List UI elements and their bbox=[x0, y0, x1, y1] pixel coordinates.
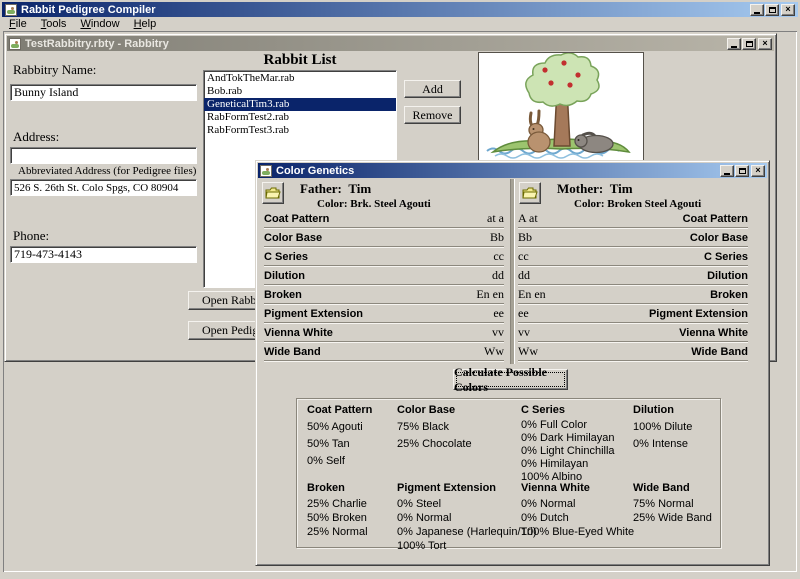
calculate-possible-colors-button[interactable]: Calculate Possible Colors bbox=[453, 369, 568, 390]
phone-label: Phone: bbox=[13, 228, 49, 244]
open-mother-file-button[interactable] bbox=[519, 182, 541, 204]
close-icon[interactable]: × bbox=[751, 165, 765, 177]
list-item[interactable]: AndTokTheMar.rab bbox=[204, 72, 396, 85]
phone-input[interactable] bbox=[10, 246, 197, 263]
maximize-icon[interactable] bbox=[765, 4, 779, 16]
result-group-header: C Series bbox=[521, 404, 631, 417]
document-icon bbox=[9, 38, 21, 50]
open-father-file-button[interactable] bbox=[262, 182, 284, 204]
result-group-header: Vienna White bbox=[521, 482, 631, 495]
mother-color-label: Color: bbox=[574, 198, 605, 210]
menu-bar: File Tools Window Help bbox=[2, 17, 798, 31]
gene-row: BbColor Base bbox=[518, 229, 748, 247]
result-group-header: Color Base bbox=[397, 404, 519, 417]
rabbitry-window-title: TestRabbitry.rbty - Rabbitry bbox=[25, 38, 727, 50]
rabbitry-name-input[interactable] bbox=[10, 84, 197, 101]
gene-row: A atCoat Pattern bbox=[518, 210, 748, 228]
list-item[interactable]: RabFormTest3.rab bbox=[204, 124, 396, 137]
gene-row: WwWide Band bbox=[518, 343, 748, 361]
results-column: Dilution 100% Dilute 0% Intense Wide Ban… bbox=[633, 404, 719, 525]
gene-row: Vienna Whitevv bbox=[264, 324, 504, 342]
menu-item-tools[interactable]: Tools bbox=[34, 18, 74, 30]
abbrev-address-input[interactable] bbox=[10, 179, 197, 196]
mother-role-label: Mother: bbox=[557, 181, 603, 196]
mother-gene-table: A atCoat Pattern BbColor Base ccC Series… bbox=[518, 210, 748, 362]
rabbit-illustration bbox=[478, 52, 644, 162]
father-header: Father: Tim Color: Brk. Steel Agouti bbox=[300, 181, 431, 210]
app-icon bbox=[5, 4, 17, 16]
father-color-label: Color: bbox=[317, 198, 348, 210]
close-icon[interactable]: × bbox=[758, 38, 772, 50]
remove-button[interactable]: Remove bbox=[404, 106, 461, 124]
gene-row: Color BaseBb bbox=[264, 229, 504, 247]
rabbit-list-title: Rabbit List bbox=[203, 52, 397, 69]
main-window-title: Rabbit Pedigree Compiler bbox=[21, 4, 750, 16]
gene-row: En enBroken bbox=[518, 286, 748, 304]
parent-divider bbox=[510, 179, 515, 364]
result-group-header: Coat Pattern bbox=[307, 404, 397, 417]
main-titlebar: Rabbit Pedigree Compiler × bbox=[2, 2, 798, 17]
gene-row: vvVienna White bbox=[518, 324, 748, 342]
abbrev-address-label: Abbreviated Address (for Pedigree files) bbox=[18, 165, 196, 177]
gene-row: Coat Patternat a bbox=[264, 210, 504, 228]
list-item[interactable]: RabFormTest2.rab bbox=[204, 111, 396, 124]
results-column: C Series 0% Full Color 0% Dark Himilayan… bbox=[521, 404, 631, 539]
minimize-icon[interactable] bbox=[727, 38, 741, 50]
mother-color-value: Broken Steel Agouti bbox=[607, 198, 701, 210]
father-role-label: Father: bbox=[300, 181, 342, 196]
menu-item-help[interactable]: Help bbox=[127, 18, 164, 30]
menu-item-file[interactable]: File bbox=[2, 18, 34, 30]
gene-row: Wide BandWw bbox=[264, 343, 504, 361]
maximize-icon[interactable] bbox=[742, 38, 756, 50]
minimize-icon[interactable] bbox=[720, 165, 734, 177]
list-item[interactable]: Bob.rab bbox=[204, 85, 396, 98]
mother-header: Mother: Tim Color: Broken Steel Agouti bbox=[557, 181, 701, 210]
address-label: Address: bbox=[13, 129, 59, 145]
menu-item-window[interactable]: Window bbox=[73, 18, 126, 30]
mother-name: Tim bbox=[610, 181, 633, 196]
dialog-icon bbox=[260, 165, 272, 177]
address-input[interactable] bbox=[10, 147, 197, 164]
gene-row: Dilutiondd bbox=[264, 267, 504, 285]
father-gene-table: Coat Patternat a Color BaseBb C Seriescc… bbox=[264, 210, 504, 362]
gene-row: C Seriescc bbox=[264, 248, 504, 266]
folder-open-icon bbox=[265, 187, 281, 200]
result-group-header: Wide Band bbox=[633, 482, 719, 495]
color-genetics-title: Color Genetics bbox=[276, 165, 720, 177]
result-group-header: Pigment Extension bbox=[397, 482, 519, 495]
rabbitry-name-label: Rabbitry Name: bbox=[13, 62, 96, 78]
add-button[interactable]: Add bbox=[404, 80, 461, 98]
father-color-value: Brk. Steel Agouti bbox=[350, 198, 430, 210]
father-name: Tim bbox=[348, 181, 371, 196]
results-panel: Coat Pattern 50% Agouti 50% Tan 0% Self … bbox=[296, 398, 721, 548]
result-group-header: Dilution bbox=[633, 404, 719, 417]
gene-row: Pigment Extensionee bbox=[264, 305, 504, 323]
maximize-icon[interactable] bbox=[735, 165, 749, 177]
folder-open-icon bbox=[522, 187, 538, 200]
results-column: Coat Pattern 50% Agouti 50% Tan 0% Self … bbox=[307, 404, 397, 539]
color-genetics-titlebar[interactable]: Color Genetics × bbox=[258, 163, 767, 178]
result-group-header: Broken bbox=[307, 482, 397, 495]
gene-row: BrokenEn en bbox=[264, 286, 504, 304]
rabbitry-titlebar[interactable]: TestRabbitry.rbty - Rabbitry × bbox=[7, 36, 774, 51]
gene-row: eePigment Extension bbox=[518, 305, 748, 323]
results-column: Color Base 75% Black 25% Chocolate Pigme… bbox=[397, 404, 519, 553]
close-icon[interactable]: × bbox=[781, 4, 795, 16]
list-item-selected[interactable]: GeneticalTim3.rab bbox=[204, 98, 396, 111]
minimize-icon[interactable] bbox=[750, 4, 764, 16]
gene-row: ccC Series bbox=[518, 248, 748, 266]
gene-row: ddDilution bbox=[518, 267, 748, 285]
